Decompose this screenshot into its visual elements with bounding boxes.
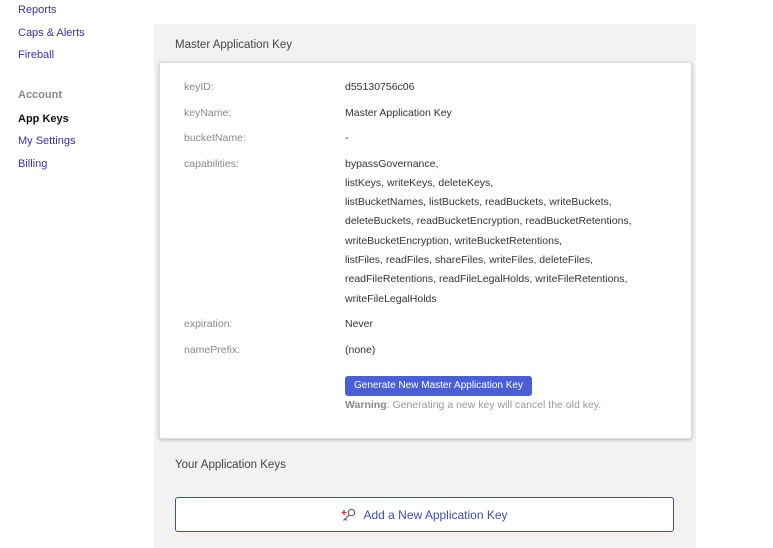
warning-label: Warning [345,399,387,411]
sidebar-item-my-settings[interactable]: My Settings [18,134,75,148]
capability-line: bypassGovernance, [345,157,439,170]
key-id-label: keyID: [184,81,214,93]
name-prefix-value: (none) [345,343,376,356]
key-name-label: keyName: [184,106,232,119]
name-prefix-label: namePrefix: [184,343,241,356]
key-name-value: Master Application Key [345,106,452,119]
bucket-name-label: bucketName: [184,132,246,144]
warning-text: : Generating a new key will cancel the o… [386,399,602,411]
warning-message: Warning: Generating a new key will cance… [345,398,601,412]
key-id-value: d55130756c06 [345,81,415,93]
capability-line: writeFileLegalHolds [345,292,437,305]
capability-line: writeBucketEncryption, writeBucketRetent… [345,234,563,247]
sidebar: Reports Caps & Alerts Fireball Account A… [0,0,140,548]
sidebar-item-reports[interactable]: Reports [18,3,57,17]
capability-line: readFileRetentions, readFileLegalHolds, … [345,273,628,286]
master-key-card: keyID: d55130756c06 keyName: Master Appl… [159,62,692,439]
expiration-label: expiration: [184,318,233,330]
master-key-title: Master Application Key [175,39,292,51]
capability-line: deleteBuckets, readBucketEncryption, rea… [345,215,632,228]
capability-line: listKeys, writeKeys, deleteKeys, [345,176,494,189]
bucket-name-value: - [345,132,349,144]
app-keys-title: Your Application Keys [175,459,286,471]
sidebar-item-app-keys[interactable]: App Keys [18,112,69,126]
main-panel: Master Application Key keyID: d55130756c… [154,24,696,548]
sidebar-item-billing[interactable]: Billing [18,157,47,171]
capability-line: listFiles, readFiles, shareFiles, writeF… [345,253,593,266]
sidebar-item-fireball[interactable]: Fireball [18,48,54,62]
key-plus-icon [341,507,357,523]
generate-master-key-button[interactable]: Generate New Master Application Key [345,376,532,396]
expiration-value: Never [345,318,374,330]
add-application-key-button[interactable]: Add a New Application Key [175,497,674,532]
sidebar-item-caps-alerts[interactable]: Caps & Alerts [18,26,85,40]
add-key-label: Add a New Application Key [363,507,508,522]
capabilities-label: capabilities: [184,157,239,170]
capabilities-list: bypassGovernance, listKeys, writeKeys, d… [345,155,675,309]
sidebar-section-account: Account [18,89,62,101]
capability-line: listBucketNames, listBuckets, readBucket… [345,196,612,209]
